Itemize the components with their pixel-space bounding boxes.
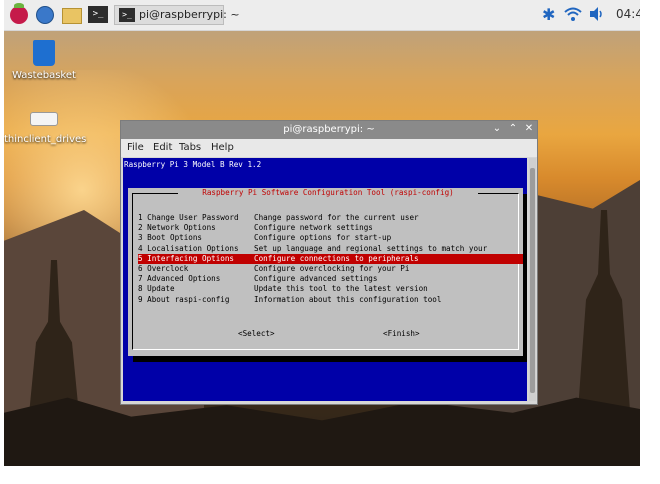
close-icon[interactable]: ✕: [523, 123, 535, 135]
menu-item[interactable]: 7 Advanced Options Configure advanced set…: [138, 274, 523, 284]
select-button[interactable]: <Select>: [238, 329, 275, 338]
taskbar-terminal-task[interactable]: >_ pi@raspberrypi: ~: [114, 5, 240, 25]
taskbar: >_ >_ pi@raspberrypi: ~ ✱ 04:49: [4, 0, 640, 31]
raspberry-menu-icon[interactable]: [10, 3, 28, 24]
terminal-icon: >_: [119, 8, 135, 22]
terminal-bottom: [128, 363, 523, 401]
menu-item[interactable]: 9 About raspi-config Information about th…: [138, 295, 523, 305]
menu-item-description: Configure options for start-up: [254, 233, 392, 243]
desktop-icon-label: thinclient_drives: [4, 134, 87, 145]
menu-item-description: Configure overclocking for your Pi: [254, 264, 410, 273]
menu-file[interactable]: File: [127, 142, 144, 153]
scrollbar-thumb[interactable]: [530, 168, 535, 393]
menu-item[interactable]: 4 Localisation Options Set up language an…: [138, 244, 523, 254]
task-label: pi@raspberrypi: ~: [139, 8, 240, 21]
terminal-launcher-icon[interactable]: >_: [88, 6, 108, 23]
bluetooth-icon[interactable]: ✱: [542, 6, 555, 24]
menu-item[interactable]: 5 Interfacing Options Configure connectio…: [138, 253, 523, 264]
terminal-area[interactable]: Raspberry Pi 3 Model B Rev 1.2 Raspberry…: [123, 158, 527, 401]
volume-icon[interactable]: [588, 6, 606, 24]
trash-icon: [33, 40, 55, 66]
drive-icon: [30, 112, 58, 126]
scrollbar[interactable]: [529, 158, 536, 401]
browser-icon[interactable]: [36, 6, 54, 24]
menu-item[interactable]: 6 Overclock Configure overclocking for yo…: [138, 264, 523, 274]
menu-item-label: 8 Update: [138, 284, 175, 294]
thinclient-drives-desktop-icon[interactable]: thinclient_drives: [4, 112, 87, 145]
menu-item[interactable]: 8 Update Update this tool to the latest v…: [138, 284, 523, 294]
minimize-down-icon[interactable]: ⌄: [491, 123, 503, 135]
menu-tabs[interactable]: Tabs: [179, 142, 201, 153]
maximize-up-icon[interactable]: ⌃: [507, 123, 519, 135]
desktop-background: Wastebasket thinclient_drives pi@raspber…: [4, 30, 640, 466]
desktop-icon-label: Wastebasket: [12, 70, 76, 81]
menu-item-label: 6 Overclock: [138, 264, 189, 273]
raspi-config-dialog: Raspberry Pi Software Configuration Tool…: [128, 188, 523, 356]
terminal-window[interactable]: pi@raspberrypi: ~ ⌄ ⌃ ✕ File Edit Tabs H…: [120, 120, 538, 405]
screen: Wastebasket thinclient_drives pi@raspber…: [4, 0, 640, 466]
menu-item-description: Update this tool to the latest version: [254, 284, 428, 294]
menu-item-label: 7 Advanced Options: [138, 274, 221, 284]
dialog-title: Raspberry Pi Software Configuration Tool…: [178, 188, 478, 197]
menu-item-description: Configure advanced settings: [254, 274, 378, 284]
dialog-shadow: [523, 194, 527, 362]
wastebasket-desktop-icon[interactable]: Wastebasket: [4, 40, 84, 81]
menu-item-label: 3 Boot Options: [138, 233, 203, 243]
menu-item-description: Change password for the current user: [254, 213, 419, 222]
window-title: pi@raspberrypi: ~: [283, 124, 375, 135]
menu-item-description: Configure network settings: [254, 223, 373, 233]
finish-button[interactable]: <Finish>: [383, 329, 420, 338]
menu-item-label: 2 Network Options: [138, 223, 216, 233]
menu-item[interactable]: 2 Network Options Configure network setti…: [138, 223, 523, 233]
device-info: Raspberry Pi 3 Model B Rev 1.2: [124, 160, 262, 169]
menu-item-label: 9 About raspi-config: [138, 294, 230, 304]
menu-item[interactable]: 1 Change User Password Change password fo…: [138, 213, 523, 223]
clock: 04:49: [616, 7, 640, 21]
menu-help[interactable]: Help: [211, 142, 234, 153]
menubar: File Edit Tabs Help: [121, 139, 537, 157]
menu-item-description: Configure connections to peripherals: [254, 253, 419, 263]
menu-item[interactable]: 3 Boot Options Configure options for star…: [138, 233, 523, 243]
menu-item-label: 4 Localisation Options: [138, 243, 239, 253]
window-titlebar[interactable]: pi@raspberrypi: ~ ⌄ ⌃ ✕: [121, 121, 537, 139]
menu-edit[interactable]: Edit: [153, 142, 172, 153]
dialog-shadow: [133, 356, 527, 362]
menu-item-label: 1 Change User Password: [138, 213, 239, 222]
menu-item-description: Information about this configuration too…: [254, 294, 442, 304]
wifi-icon[interactable]: [564, 6, 582, 24]
menu-item-description: Set up language and regional settings to…: [254, 243, 488, 253]
menu-item-label: 5 Interfacing Options: [138, 253, 235, 263]
file-manager-icon[interactable]: [62, 8, 82, 24]
